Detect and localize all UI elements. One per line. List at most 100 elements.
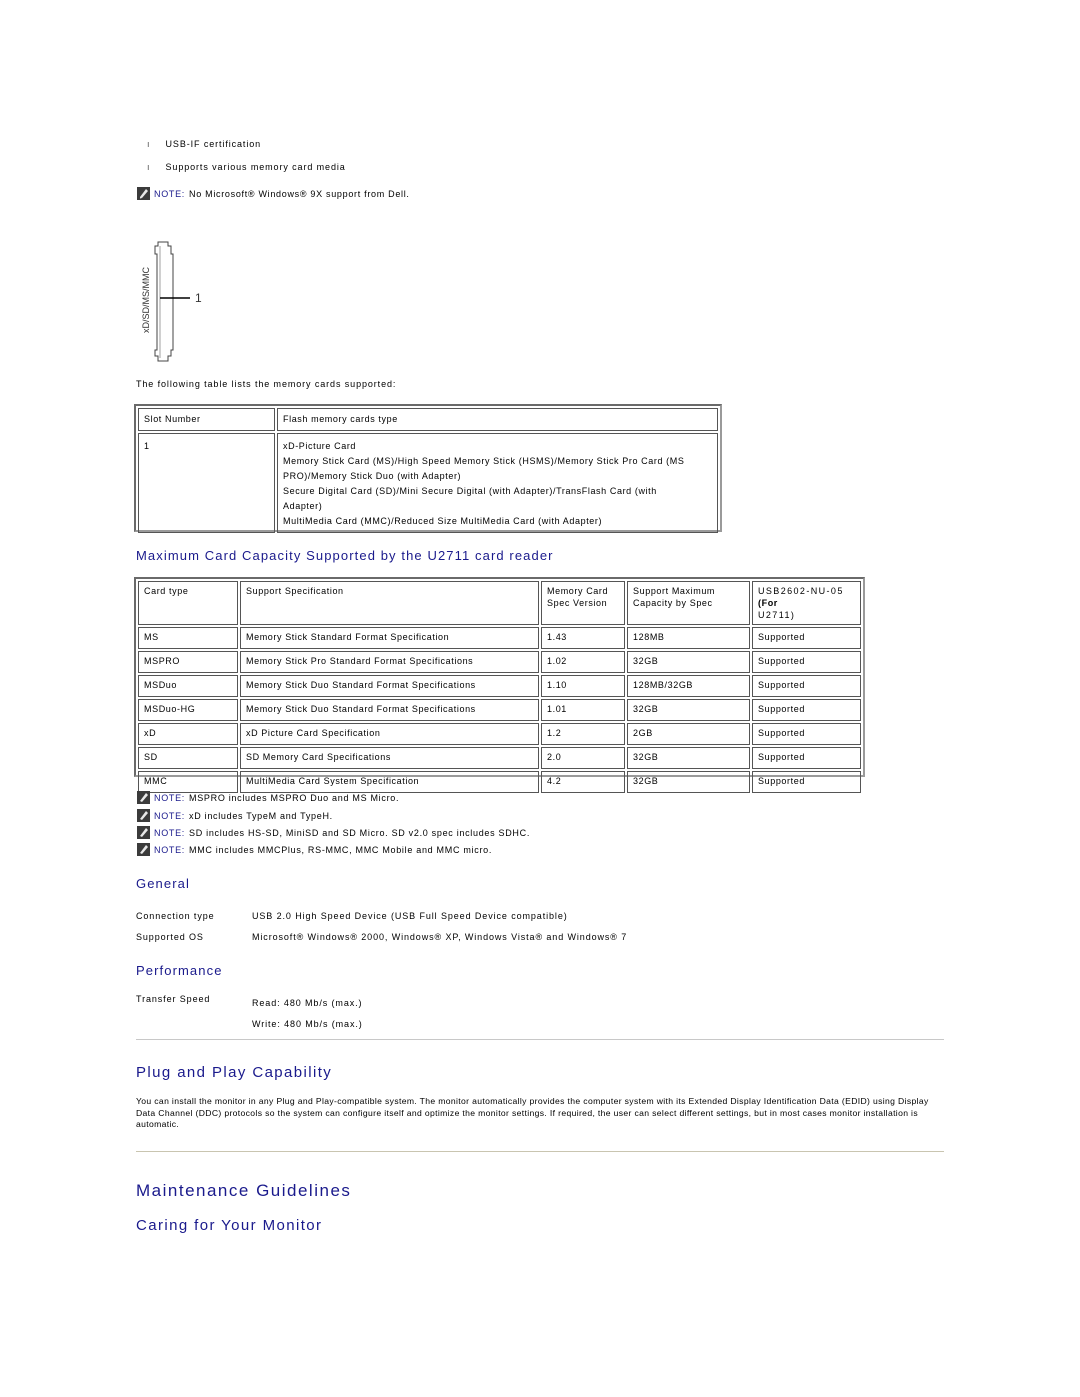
card-type-line: MultiMedia Card (MMC)/Reduced Size Multi… <box>283 516 603 526</box>
header-cell: Memory Card Spec Version <box>541 581 625 625</box>
header-cell: Slot Number <box>138 408 275 431</box>
spec-cell: Memory Stick Standard Format Specificati… <box>240 627 539 649</box>
table-row: MSPRO Memory Stick Pro Standard Format Sp… <box>138 651 861 673</box>
status-cell: Supported <box>752 651 861 673</box>
pencil-note-icon <box>137 187 150 200</box>
card-type-line: PRO)/Memory Stick Duo (with Adapter) <box>283 471 462 481</box>
list-item: ı USB-IF certification <box>147 137 346 151</box>
note: NOTE: xD includes TypeM and TypeH. <box>137 809 333 822</box>
note: NOTE: SD includes HS-SD, MiniSD and SD M… <box>137 826 530 839</box>
card-type-line: Memory Stick Card (MS)/High Speed Memory… <box>283 456 685 466</box>
feature-list: ı USB-IF certification ı Supports variou… <box>147 137 346 174</box>
pencil-note-icon <box>137 826 150 839</box>
spec-label: Connection type <box>136 911 215 921</box>
note: NOTE: MMC includes MMCPlus, RS-MMC, MMC … <box>137 843 492 856</box>
max-capacity-cell: 128MB/32GB <box>627 675 750 697</box>
slot-label: xD/SD/MS/MMC <box>141 267 151 333</box>
card-type-cell: MSPRO <box>138 651 238 673</box>
header-cell: Flash memory cards type <box>277 408 718 431</box>
header-line: Memory Card <box>547 586 609 596</box>
note-label: NOTE: <box>154 827 186 838</box>
spec-value: Write: 480 Mb/s (max.) <box>252 1019 363 1029</box>
capacity-section-title: Maximum Card Capacity Supported by the U… <box>136 548 554 563</box>
card-type-line: Secure Digital Card (SD)/Mini Secure Dig… <box>283 486 657 496</box>
status-cell: Supported <box>752 675 861 697</box>
note-label: NOTE: <box>154 810 186 821</box>
header-cell: Support Specification <box>240 581 539 625</box>
spec-cell: Memory Stick Pro Standard Format Specifi… <box>240 651 539 673</box>
spec-cell: Memory Stick Duo Standard Format Specifi… <box>240 675 539 697</box>
list-item: ı Supports various memory card media <box>147 160 346 174</box>
version-cell: 4.2 <box>541 771 625 793</box>
header-cell: Card type <box>138 581 238 625</box>
table-row: MMC MultiMedia Card System Specification 4… <box>138 771 861 793</box>
header-cell: Support Maximum Capacity by Spec <box>627 581 750 625</box>
spec-value: USB 2.0 High Speed Device (USB Full Spee… <box>252 911 568 921</box>
plug-and-play-body: You can install the monitor in any Plug … <box>136 1096 929 1129</box>
section-divider <box>136 1039 944 1040</box>
callout-number: 1 <box>195 291 202 305</box>
note-text: No Microsoft® Windows® 9X support from D… <box>189 188 410 199</box>
table-row: MSDuo Memory Stick Duo Standard Format Sp… <box>138 675 861 697</box>
note-label: NOTE: <box>154 844 186 855</box>
status-cell: Supported <box>752 627 861 649</box>
note-text: MSPRO includes MSPRO Duo and MS Micro. <box>189 792 400 803</box>
table-row: xD xD Picture Card Specification 1.2 2GB Sup… <box>138 723 861 745</box>
table-header-row: Card type Support Specification Memory C… <box>138 581 861 625</box>
status-cell: Supported <box>752 747 861 769</box>
slot-table: Slot Number Flash memory cards type 1 xD… <box>134 404 722 533</box>
note: NOTE: No Microsoft® Windows® 9X support … <box>137 187 410 200</box>
version-cell: 2.0 <box>541 747 625 769</box>
status-cell: Supported <box>752 771 861 793</box>
status-cell: Supported <box>752 723 861 745</box>
table-row: MSDuo-HG Memory Stick Duo Standard Format… <box>138 699 861 721</box>
table-row: SD SD Memory Card Specifications 2.0 32GB Su… <box>138 747 861 769</box>
header-line: Support Maximum <box>633 586 716 596</box>
plug-and-play-title: Plug and Play Capability <box>136 1064 333 1081</box>
table-header-row: Slot Number Flash memory cards type <box>138 408 718 431</box>
maintenance-title: Maintenance Guidelines <box>136 1181 352 1200</box>
card-types-cell: xD-Picture Card Memory Stick Card (MS)/H… <box>277 433 718 533</box>
pencil-note-icon <box>137 843 150 856</box>
table-row: 1 xD-Picture Card Memory Stick Card (MS)… <box>138 433 718 533</box>
spec-label: Transfer Speed <box>136 994 211 1004</box>
spec-cell: xD Picture Card Specification <box>240 723 539 745</box>
version-cell: 1.43 <box>541 627 625 649</box>
bullet-text: Supports various memory card media <box>165 162 346 172</box>
card-type-cell: MSDuo <box>138 675 238 697</box>
version-cell: 1.02 <box>541 651 625 673</box>
max-capacity-cell: 32GB <box>627 771 750 793</box>
card-type-line: xD-Picture Card <box>283 441 357 451</box>
version-cell: 1.10 <box>541 675 625 697</box>
table-row: MS Memory Stick Standard Format Specifica… <box>138 627 861 649</box>
card-type-cell: SD <box>138 747 238 769</box>
spec-cell: Memory Stick Duo Standard Format Specifi… <box>240 699 539 721</box>
note-label: NOTE: <box>154 188 186 199</box>
pencil-note-icon <box>137 809 150 822</box>
section-divider <box>136 1151 944 1152</box>
max-capacity-cell: 32GB <box>627 699 750 721</box>
bullet-icon: ı <box>147 139 150 149</box>
header-line: U2711) <box>758 610 796 620</box>
card-type-cell: MMC <box>138 771 238 793</box>
note-text: SD includes HS-SD, MiniSD and SD Micro. … <box>189 827 531 838</box>
note-label: NOTE: <box>154 792 186 803</box>
bullet-icon: ı <box>147 162 150 172</box>
header-cell: USB2602-NU-05 (For U2711) <box>752 581 861 625</box>
max-capacity-cell: 32GB <box>627 747 750 769</box>
max-capacity-cell: 128MB <box>627 627 750 649</box>
pencil-note-icon <box>137 791 150 804</box>
card-slot-diagram: xD/SD/MS/MMC 1 <box>138 240 218 365</box>
header-line: Capacity by Spec <box>633 598 713 608</box>
card-type-cell: MS <box>138 627 238 649</box>
performance-section-title: Performance <box>136 963 223 978</box>
note-text: MMC includes MMCPlus, RS-MMC, MMC Mobile… <box>189 844 493 855</box>
card-type-cell: MSDuo-HG <box>138 699 238 721</box>
note: NOTE: MSPRO includes MSPRO Duo and MS Mi… <box>137 791 399 804</box>
spec-value: Microsoft® Windows® 2000, Windows® XP, W… <box>252 932 628 942</box>
max-capacity-cell: 32GB <box>627 651 750 673</box>
capacity-table: Card type Support Specification Memory C… <box>134 577 865 793</box>
table-intro: The following table lists the memory car… <box>136 379 397 389</box>
status-cell: Supported <box>752 699 861 721</box>
bullet-text: USB-IF certification <box>165 139 262 149</box>
